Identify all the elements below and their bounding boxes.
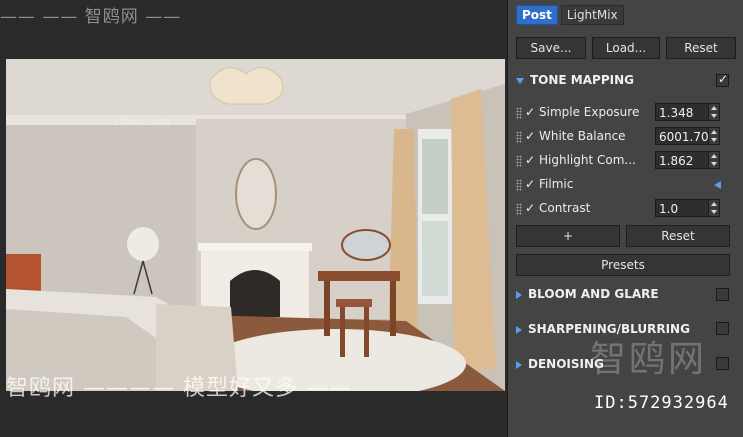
expand-arrow-icon	[516, 360, 522, 369]
rendered-image: zhiou.com	[6, 59, 505, 391]
drag-handle-icon[interactable]	[516, 203, 522, 215]
render-viewport: —— —— 智鸥网 —— zhiou.com 智鸥网 ———— 模型好又多 ——	[0, 0, 507, 437]
tab-lightmix[interactable]: LightMix	[560, 5, 624, 25]
reset-button[interactable]: Reset	[666, 37, 736, 59]
collapse-arrow-icon	[516, 77, 524, 84]
row-label: Filmic	[539, 177, 574, 191]
drag-handle-icon[interactable]	[516, 131, 522, 143]
checkmark-icon[interactable]: ✓	[525, 177, 535, 191]
drag-handle-icon[interactable]	[516, 179, 522, 191]
tone-reset-button[interactable]: Reset	[626, 225, 730, 247]
save-button[interactable]: Save...	[516, 37, 586, 59]
tone-row-highlight-compression: ✓ Highlight Com... 1.862	[516, 151, 736, 171]
row-label: Simple Exposure	[539, 105, 640, 119]
checkmark-icon[interactable]: ✓	[525, 153, 535, 167]
add-operator-button[interactable]: +	[516, 225, 620, 247]
panel-tabs: Post LightMix	[516, 5, 624, 25]
post-effects-panel: Post LightMix Save... Load... Reset TONE…	[507, 0, 743, 437]
tone-row-white-balance: ✓ White Balance 6001.701	[516, 127, 736, 147]
tone-row-simple-exposure: ✓ Simple Exposure 1.348	[516, 103, 736, 123]
expand-arrow-icon	[516, 325, 522, 334]
drag-handle-icon[interactable]	[516, 155, 522, 167]
expand-arrow-icon[interactable]	[714, 181, 721, 189]
tab-post[interactable]: Post	[516, 5, 558, 25]
load-button[interactable]: Load...	[592, 37, 660, 59]
bloom-and-glare-title: BLOOM AND GLARE	[528, 287, 659, 301]
spinner-arrows-icon[interactable]	[708, 199, 720, 217]
watermark-id: ID:572932964	[594, 393, 729, 413]
sharpening-blurring-enable-checkbox[interactable]	[716, 322, 729, 335]
watermark-panel: 智鸥网	[590, 339, 708, 380]
denoising-enable-checkbox[interactable]	[716, 357, 729, 370]
row-label: Contrast	[539, 201, 591, 215]
spinner-arrows-icon[interactable]	[708, 103, 720, 121]
tone-mapping-enable-checkbox[interactable]: ✓	[716, 72, 729, 87]
tone-row-filmic: ✓ Filmic	[516, 175, 736, 195]
checkmark-icon[interactable]: ✓	[525, 201, 535, 215]
row-label: White Balance	[539, 129, 626, 143]
tone-row-contrast: ✓ Contrast 1.0	[516, 199, 736, 219]
watermark-small: zhiou.com	[114, 115, 171, 128]
bedroom-render-illustration	[6, 59, 505, 391]
spinner-arrows-icon[interactable]	[708, 127, 720, 145]
presets-button[interactable]: Presets	[516, 254, 730, 276]
checkmark-icon[interactable]: ✓	[525, 129, 535, 143]
tone-mapping-title: TONE MAPPING	[530, 73, 634, 87]
checkmark-icon[interactable]: ✓	[525, 105, 535, 119]
bloom-and-glare-header[interactable]: BLOOM AND GLARE	[516, 285, 659, 303]
spinner-arrows-icon[interactable]	[708, 151, 720, 169]
bloom-and-glare-enable-checkbox[interactable]	[716, 288, 729, 301]
drag-handle-icon[interactable]	[516, 107, 522, 119]
checkmark-icon: ✓	[718, 72, 729, 86]
expand-arrow-icon	[516, 290, 522, 299]
watermark-bottom: 智鸥网 ———— 模型好又多 ——	[6, 376, 352, 401]
watermark-top: —— —— 智鸥网 ——	[0, 7, 182, 27]
tone-mapping-header[interactable]: TONE MAPPING	[516, 71, 634, 89]
row-label: Highlight Com...	[539, 153, 636, 167]
